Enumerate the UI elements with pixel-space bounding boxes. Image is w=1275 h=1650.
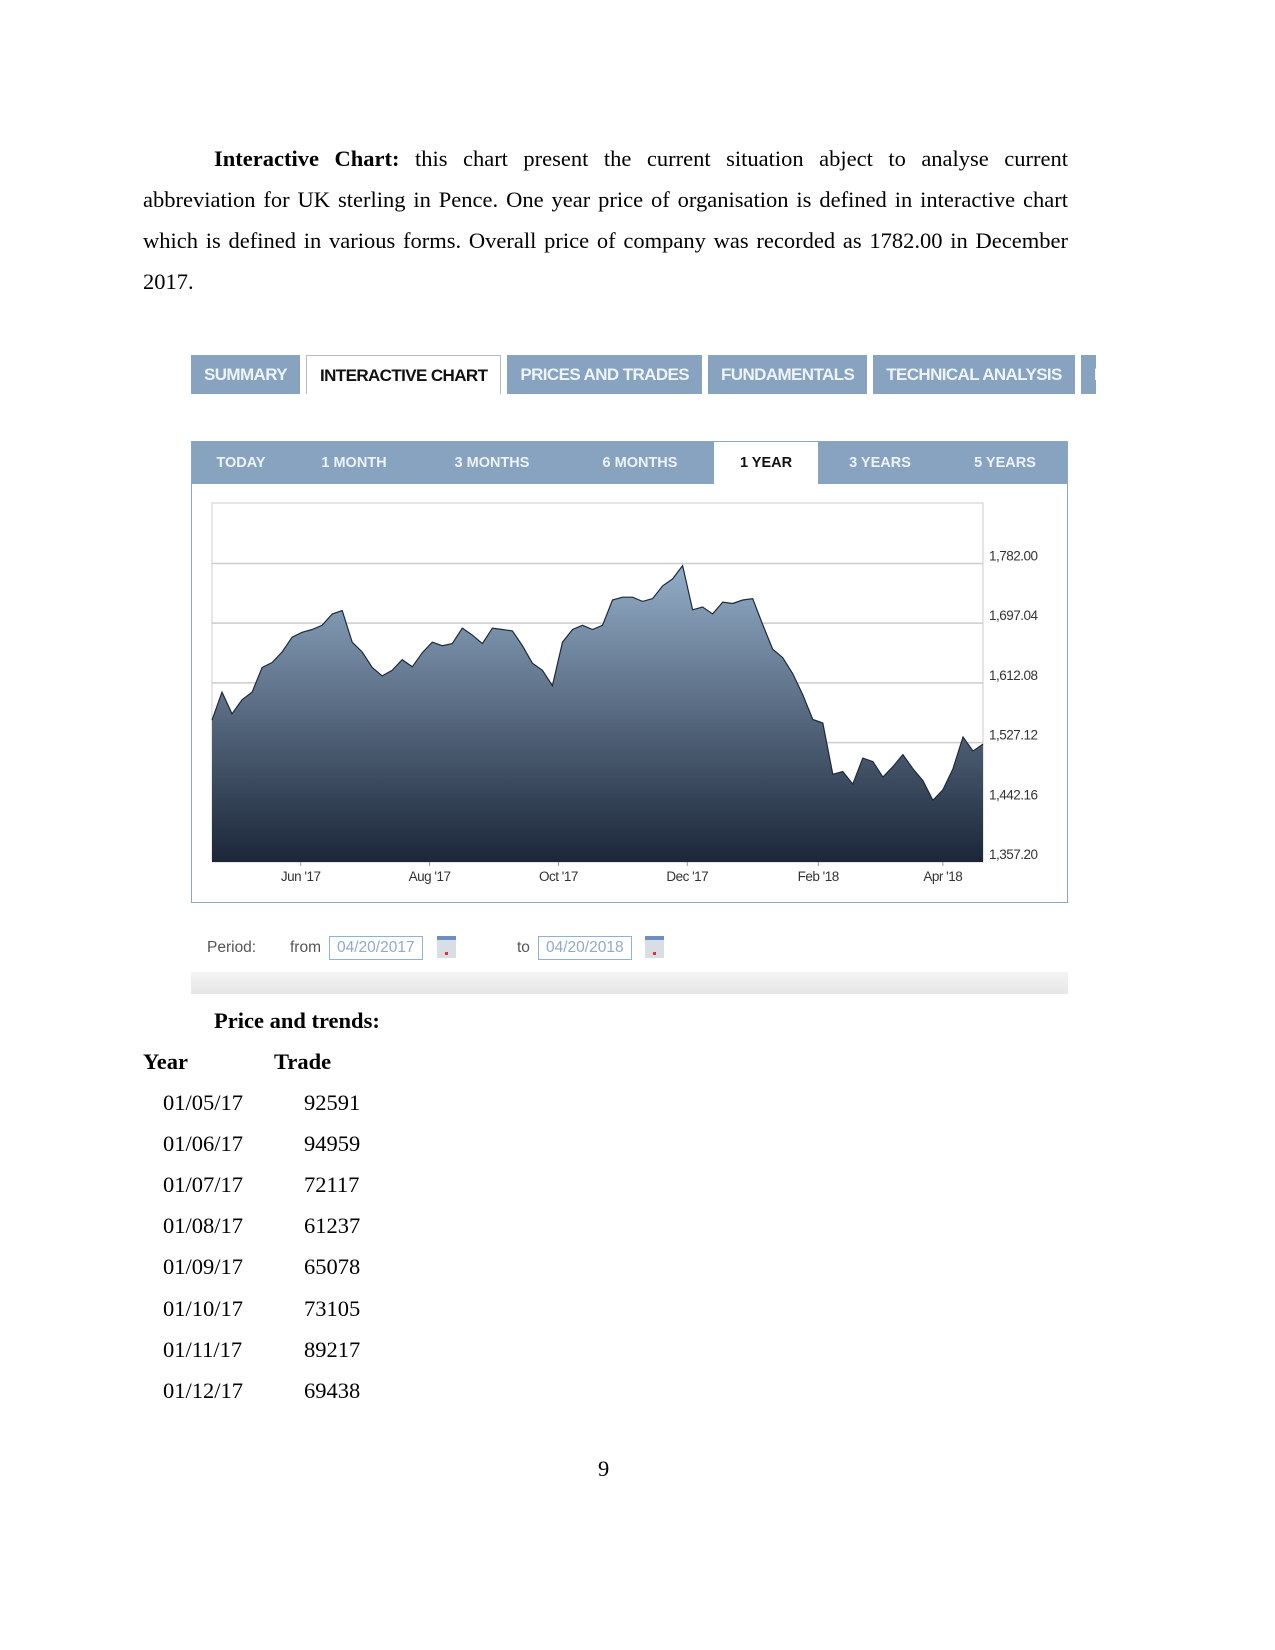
year-cell: 01/11/17 <box>163 1336 243 1362</box>
year-cell: 01/09/17 <box>163 1254 244 1280</box>
to-date-input[interactable]: 04/20/2018 <box>538 936 632 960</box>
trade-cell: 61237 <box>304 1213 361 1239</box>
main-tabs: SUMMARY INTERACTIVE CHART PRICES AND TRADE… <box>191 355 1096 394</box>
price-chart[interactable]: 1,782.00 1,697.04 1,612.08 1,527.12 1,442.16… <box>192 442 1069 904</box>
tab-news-and-analysis[interactable]: NEWS AND ANALYSIS <box>1080 355 1096 394</box>
period-label: Period: <box>207 939 257 956</box>
y-tick-label: 1,527.12 <box>989 728 1038 743</box>
trade-cell: 89217 <box>304 1336 361 1362</box>
table-title: Price and trends: <box>214 1008 380 1033</box>
y-tick-label: 1,357.20 <box>989 847 1038 862</box>
y-tick-label: 1,782.00 <box>989 548 1038 563</box>
trade-cell: 72117 <box>304 1172 360 1198</box>
trade-cell: 92591 <box>304 1090 361 1115</box>
x-tick-label: Aug '17 <box>409 869 451 884</box>
x-tick-label: Dec '17 <box>666 869 708 884</box>
intro-paragraph: Interactive Chart: this chart present th… <box>143 138 1068 302</box>
from-date-input[interactable]: 04/20/2017 <box>329 936 423 960</box>
chart-panel: TODAY 1 MONTH 3 MONTHS 6 MONTHS 1 YEAR 3 YEAR… <box>191 441 1068 903</box>
trade-cell: 73105 <box>304 1295 361 1321</box>
from-label: from <box>290 939 321 956</box>
trade-cell: 69438 <box>304 1377 361 1403</box>
header-trade: Trade <box>274 1049 332 1074</box>
document-page: Interactive Chart: this chart present th… <box>0 0 1275 1650</box>
x-tick-label: Apr '18 <box>923 869 962 884</box>
x-tick-label: Oct '17 <box>539 869 578 884</box>
to-label: to <box>517 939 530 956</box>
year-cell: 01/05/17 <box>163 1090 244 1115</box>
x-tick-label: Feb '18 <box>798 869 839 884</box>
year-cell: 01/06/17 <box>163 1131 244 1157</box>
year-cell: 01/10/17 <box>163 1295 244 1321</box>
header-year: Year <box>143 1049 188 1074</box>
year-cell: 01/07/17 <box>163 1172 244 1198</box>
trade-cell: 94959 <box>304 1131 361 1157</box>
calendar-icon[interactable] <box>645 936 664 958</box>
tab-summary[interactable]: SUMMARY <box>191 355 300 394</box>
year-cell: 01/08/17 <box>163 1213 244 1239</box>
divider-bar <box>191 972 1068 994</box>
year-cell: 01/12/17 <box>163 1377 244 1403</box>
tab-interactive-chart[interactable]: INTERACTIVE CHART <box>306 355 502 394</box>
y-tick-label: 1,697.04 <box>989 608 1039 623</box>
period-row: Period: from 04/20/2017 to 04/20/2018 <box>191 936 1068 962</box>
tab-prices-and-trades[interactable]: PRICES AND TRADES <box>507 355 702 394</box>
tab-technical-analysis[interactable]: TECHNICAL ANALYSIS <box>873 355 1075 394</box>
page-number: 9 <box>598 1456 610 1481</box>
paragraph-lead: Interactive Chart: <box>214 146 400 171</box>
y-tick-label: 1,442.16 <box>989 787 1038 802</box>
x-tick-label: Jun '17 <box>281 869 321 884</box>
trade-cell: 65078 <box>304 1254 361 1280</box>
tab-fundamentals[interactable]: FUNDAMENTALS <box>708 355 868 394</box>
y-tick-label: 1,612.08 <box>989 668 1038 683</box>
calendar-icon[interactable] <box>437 936 456 958</box>
